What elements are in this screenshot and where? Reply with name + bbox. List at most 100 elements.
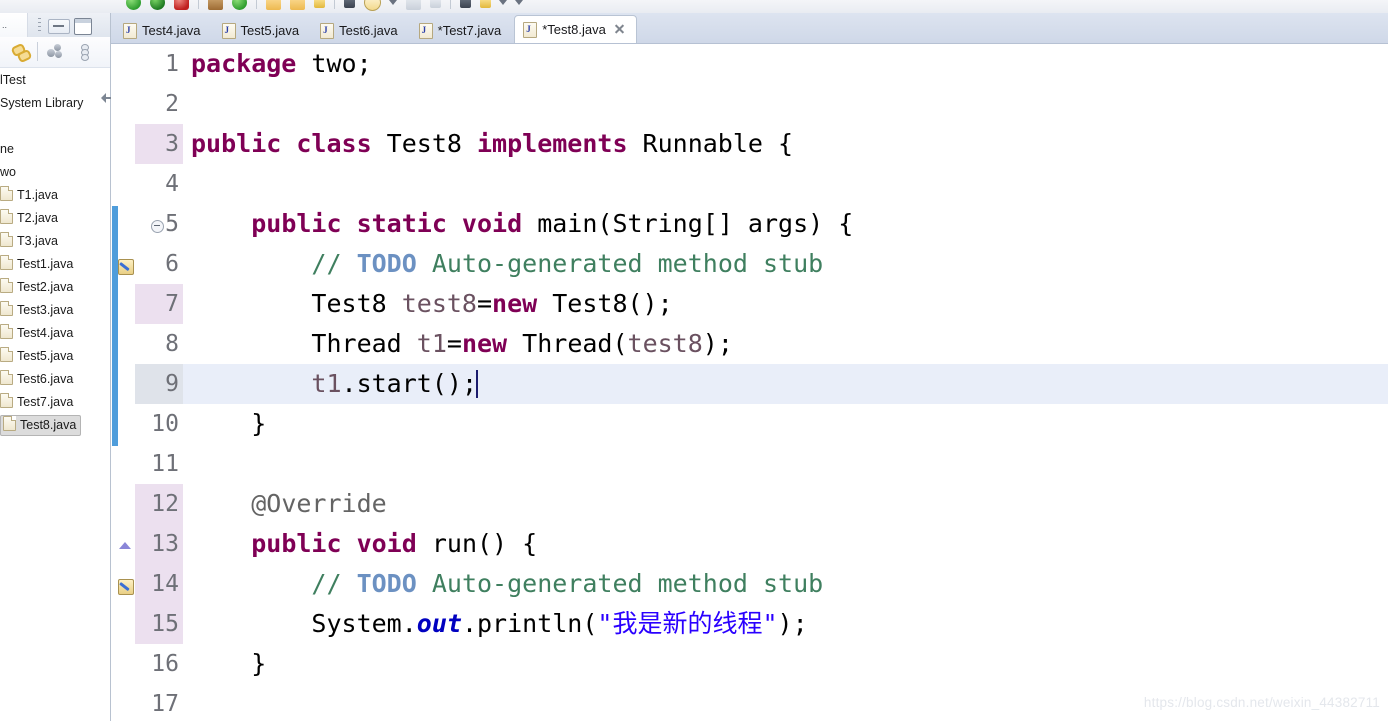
editor-tab-test4java[interactable]: Test4.java — [115, 18, 212, 43]
code-line[interactable]: public void run() { — [183, 524, 1388, 564]
tree-item-label: Test5.java — [17, 349, 74, 363]
code-token-loc: test8 — [627, 329, 703, 358]
debug-icon[interactable] — [150, 0, 165, 10]
line-number: 15 — [135, 604, 183, 644]
open-resource-icon[interactable] — [290, 0, 305, 10]
package-explorer-tabbar: .. — [0, 13, 110, 38]
code-line[interactable]: System.out.println("我是新的线程"); — [183, 604, 1388, 644]
chevron-down-icon-3[interactable] — [515, 0, 523, 5]
code-token-plain: } — [191, 649, 267, 678]
view-menu-icon[interactable] — [81, 44, 89, 61]
line-number: 11 — [151, 451, 179, 477]
search-icon[interactable] — [344, 0, 355, 8]
tree-item-label: ne — [0, 142, 14, 156]
editor-tab-test7java[interactable]: *Test7.java — [411, 18, 513, 43]
code-line[interactable]: t1.start(); — [183, 364, 1388, 404]
tree-item-test4-java[interactable]: Test4.java — [0, 322, 110, 345]
code-line[interactable] — [183, 84, 1388, 124]
close-icon[interactable] — [614, 24, 625, 35]
code-editor[interactable]: 1 2 3 4 5 6 7 8 9 10 11 12 13 14 15 16 17 package two; p… — [111, 44, 1388, 723]
editor-tab-test5java[interactable]: Test5.java — [214, 18, 311, 43]
toolbar-separator-2 — [256, 0, 257, 9]
code-token-kw: new — [461, 329, 508, 358]
maximize-button[interactable] — [74, 18, 92, 35]
line-number: 9 — [135, 364, 183, 404]
stop-icon[interactable] — [174, 0, 189, 10]
open-type-icon[interactable] — [266, 0, 281, 10]
code-line[interactable]: // TODO Auto-generated method stub — [183, 564, 1388, 604]
view-drag-handle[interactable] — [38, 18, 41, 32]
tree-item-label: lTest — [0, 73, 26, 87]
tree-item-label: T3.java — [17, 234, 58, 248]
run-last-icon[interactable] — [232, 0, 247, 10]
code-token-plain: = — [446, 329, 462, 358]
minimize-button[interactable] — [48, 19, 70, 34]
tree-item-test6-java[interactable]: Test6.java — [0, 368, 110, 391]
link-with-editor-icon[interactable] — [10, 42, 33, 64]
tree-item-t1-java[interactable]: T1.java — [0, 184, 110, 207]
tree-item-test3-java[interactable]: Test3.java — [0, 299, 110, 322]
editor-tab-test8java[interactable]: *Test8.java — [514, 15, 637, 43]
new-wizard-icon[interactable] — [314, 0, 325, 8]
todo-task-icon[interactable] — [117, 256, 135, 276]
line-number: 13 — [135, 524, 183, 564]
source-code-text[interactable]: package two; public class Test8 implemen… — [183, 44, 1388, 723]
tree-item-ltest[interactable]: lTest — [0, 69, 110, 92]
code-token-plain: .start(); — [341, 369, 477, 398]
run-icon[interactable] — [126, 0, 141, 10]
code-token-todo: TODO — [356, 249, 417, 278]
code-token-plain: = — [476, 289, 493, 318]
code-line[interactable]: public static void main(String[] args) { — [183, 204, 1388, 244]
project-tree[interactable]: lTest System Library ne wo T1.java T2.java T3… — [0, 69, 110, 709]
tree-item-test1-java[interactable]: Test1.java — [0, 253, 110, 276]
todo-task-icon — [118, 259, 134, 275]
tree-item-system-library[interactable]: System Library — [0, 92, 110, 115]
editor-tab-test6java[interactable]: Test6.java — [312, 18, 409, 43]
code-line[interactable]: Thread t1=new Thread(test8); — [183, 324, 1388, 364]
code-line[interactable]: Test8 test8=new Test8(); — [183, 284, 1388, 324]
toolbar-separator-3 — [334, 0, 335, 9]
code-line[interactable] — [183, 444, 1388, 484]
bulb-icon[interactable] — [480, 0, 491, 8]
package-explorer-tab[interactable]: .. — [0, 13, 28, 37]
code-token-plain: Thread( — [507, 329, 628, 358]
coverage-icon[interactable] — [208, 0, 223, 10]
step-icon[interactable] — [460, 0, 471, 8]
tree-item-label: T1.java — [17, 188, 58, 202]
code-line[interactable]: package two; — [183, 44, 1388, 84]
watermark: https://blog.csdn.net/weixin_44382711 — [1143, 695, 1380, 710]
java-file-icon — [0, 278, 13, 293]
code-token-plain: .println( — [461, 609, 598, 638]
tree-item-t3-java[interactable]: T3.java — [0, 230, 110, 253]
code-line[interactable] — [183, 164, 1388, 204]
tree-item-test5-java[interactable]: Test5.java — [0, 345, 110, 368]
line-number: 12 — [135, 484, 183, 524]
outline-icon[interactable] — [430, 0, 441, 8]
text-cursor — [476, 370, 478, 398]
todo-task-icon[interactable] — [117, 576, 135, 596]
code-token-todo: TODO — [356, 569, 417, 598]
code-line[interactable]: public class Test8 implements Runnable { — [183, 124, 1388, 164]
tree-item-test2-java[interactable]: Test2.java — [0, 276, 110, 299]
collapse-all-icon[interactable] — [47, 44, 65, 60]
console-icon[interactable] — [406, 0, 421, 10]
code-line[interactable]: } — [183, 644, 1388, 684]
code-line[interactable]: } — [183, 404, 1388, 444]
code-token-plain: Thread — [191, 329, 417, 358]
tree-item-test8-java[interactable]: Test8.java — [0, 414, 110, 437]
tree-item-wo[interactable]: wo — [0, 161, 110, 184]
tree-item-ne[interactable]: ne — [0, 138, 110, 161]
tree-item-t2-java[interactable]: T2.java — [0, 207, 110, 230]
chevron-down-icon-2[interactable] — [499, 0, 507, 5]
override-indicator-icon[interactable] — [117, 536, 135, 556]
perspective-icon[interactable] — [364, 0, 381, 11]
tree-item-test7-java[interactable]: Test7.java — [0, 391, 110, 414]
chevron-down-icon[interactable] — [389, 0, 397, 5]
code-line[interactable]: // TODO Auto-generated method stub — [183, 244, 1388, 284]
code-token-loc: t1 — [311, 369, 342, 398]
annotation-gutter[interactable] — [117, 44, 164, 723]
code-line[interactable]: @Override — [183, 484, 1388, 524]
